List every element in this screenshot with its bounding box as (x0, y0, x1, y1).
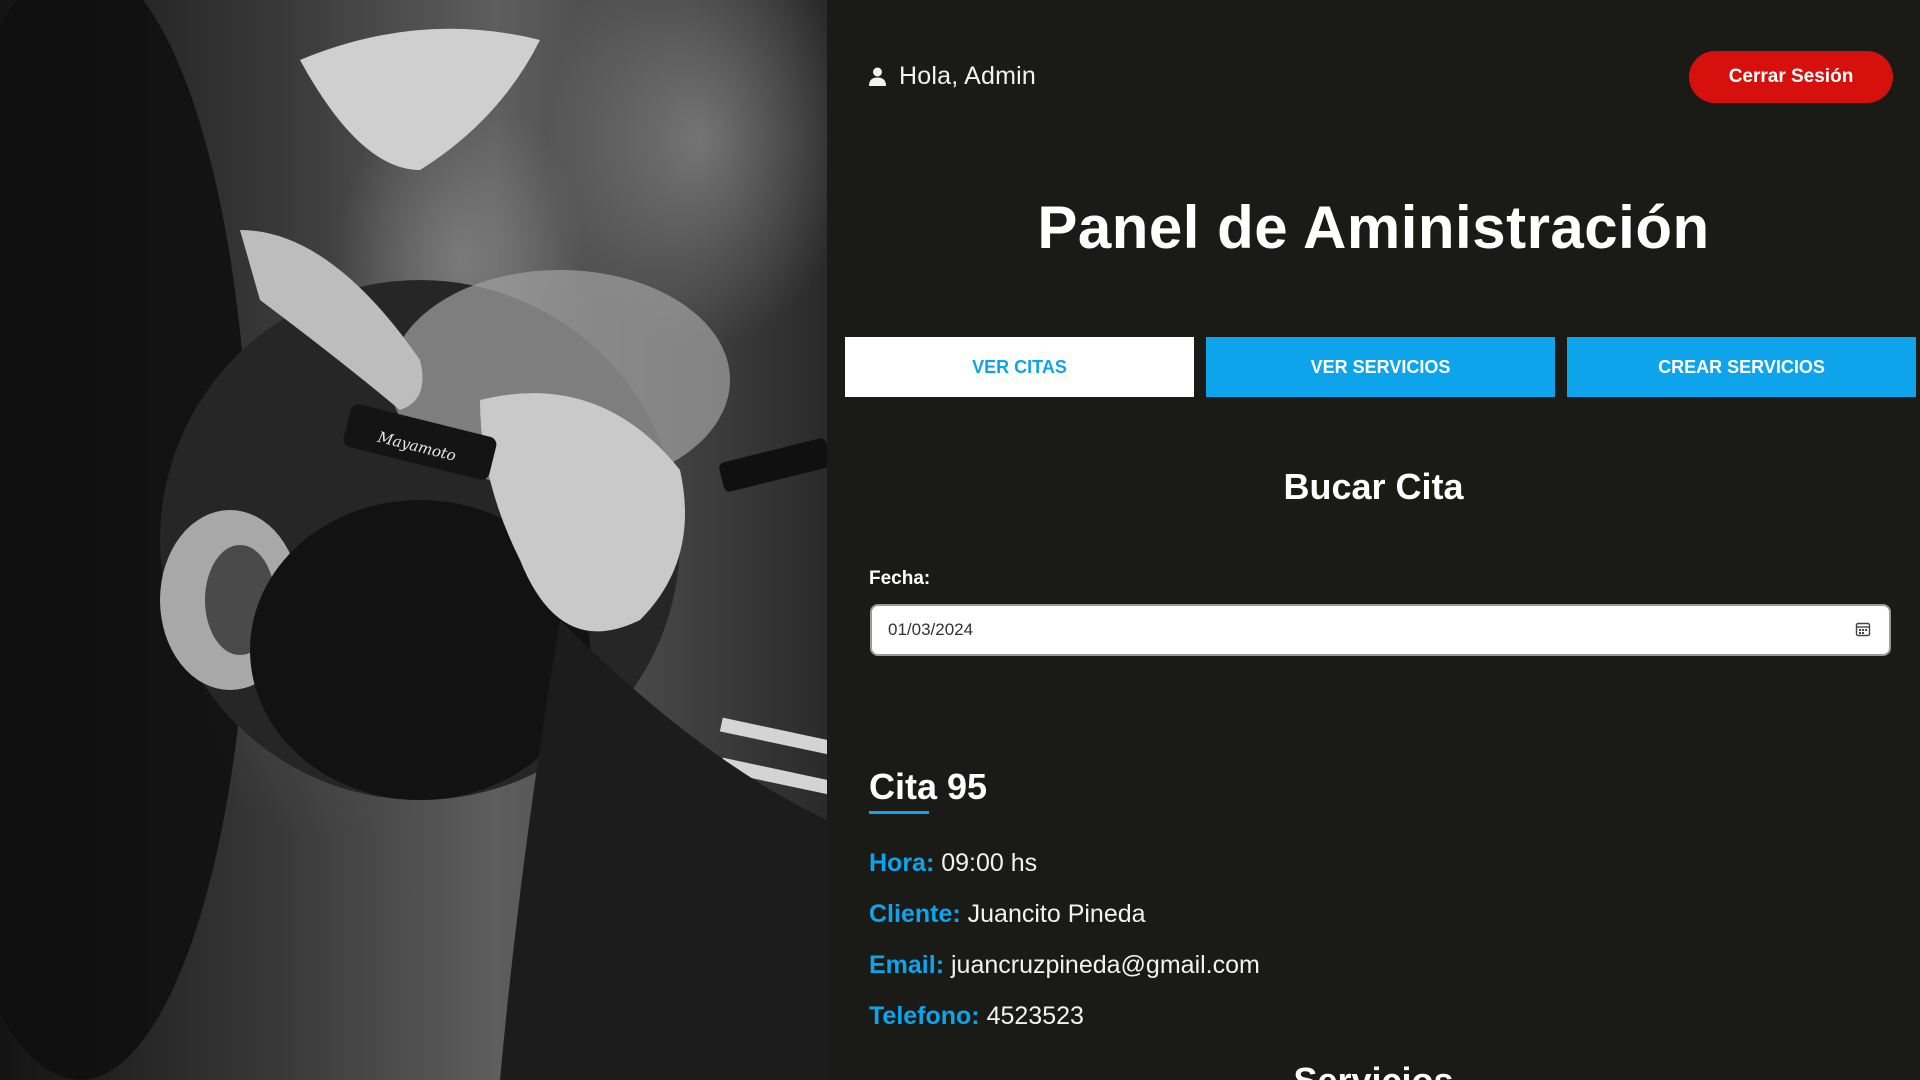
tab-ver-servicios[interactable]: VER SERVICIOS (1206, 337, 1555, 397)
cita-email: Email: juancruzpineda@gmail.com (869, 951, 1260, 980)
user-greeting: Hola, Admin (867, 62, 1036, 91)
admin-panel: Hola, Admin Cerrar Sesión Panel de Amini… (827, 0, 1920, 1080)
email-label: Email: (869, 951, 945, 979)
cita-underline (869, 811, 929, 814)
hora-value: 09:00 hs (941, 849, 1038, 877)
telefono-value: 4523523 (986, 1002, 1084, 1030)
user-icon (867, 67, 887, 87)
greeting-text: Hola, Admin (899, 62, 1036, 90)
cita-title: Cita 95 (869, 766, 988, 807)
logout-button[interactable]: Cerrar Sesión (1689, 51, 1893, 103)
cita-telefono: Telefono: 4523523 (869, 1002, 1084, 1031)
search-section-title: Bucar Cita (1283, 466, 1464, 507)
barber-photo: Mayamoto (0, 0, 827, 1080)
admin-tabs: VER CITAS VER SERVICIOS CREAR SERVICIOS (845, 337, 1916, 397)
tab-crear-servicios[interactable]: CREAR SERVICIOS (1567, 337, 1916, 397)
date-input[interactable]: 01/03/2024 (870, 604, 1891, 656)
calendar-icon[interactable] (1855, 621, 1873, 639)
date-input-value: 01/03/2024 (888, 620, 974, 639)
barber-photo-illustration: Mayamoto (0, 0, 827, 1080)
cliente-label: Cliente: (869, 900, 961, 928)
hora-label: Hora: (869, 849, 935, 877)
cliente-value: Juancito Pineda (967, 900, 1146, 928)
telefono-label: Telefono: (869, 1002, 980, 1030)
cita-hora: Hora: 09:00 hs (869, 849, 1037, 878)
date-label: Fecha: (869, 568, 931, 589)
cita-cliente: Cliente: Juancito Pineda (869, 900, 1146, 929)
page-title: Panel de Aministración (1037, 194, 1710, 261)
email-value: juancruzpineda@gmail.com (950, 951, 1260, 979)
tab-ver-citas[interactable]: VER CITAS (845, 337, 1194, 397)
servicios-title: Servicios (827, 1060, 1920, 1080)
